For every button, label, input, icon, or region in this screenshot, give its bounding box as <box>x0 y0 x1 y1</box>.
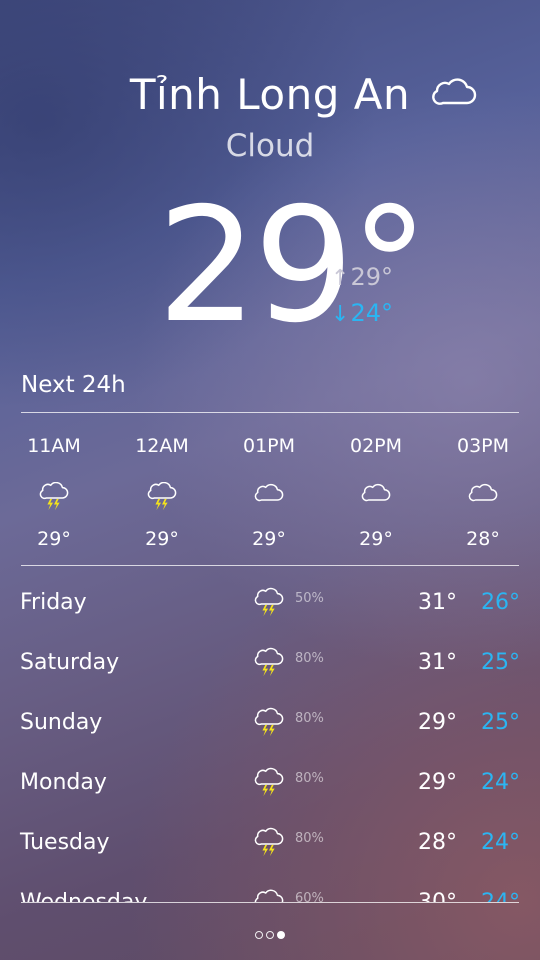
thunderstorm-icon <box>254 587 286 621</box>
rain-chance: 80% <box>295 711 324 726</box>
day-low: 24° <box>481 830 520 855</box>
rain-chance: 50% <box>295 591 324 606</box>
divider <box>21 565 519 566</box>
high-low: ↑29° ↓24° <box>331 260 393 332</box>
page-dot[interactable] <box>277 931 285 939</box>
day-row[interactable]: Monday 80% 29° 24° <box>0 755 540 815</box>
day-row[interactable]: Sunday 80% 29° 25° <box>0 695 540 755</box>
cloud-icon <box>229 482 309 522</box>
day-high: 29° <box>418 710 457 735</box>
hour-time: 01PM <box>242 435 296 457</box>
day-row[interactable]: Friday 50% 31° 26° <box>0 575 540 635</box>
day-high: 28° <box>418 830 457 855</box>
day-row[interactable]: Saturday 80% 31° 25° <box>0 635 540 695</box>
day-low: 25° <box>481 710 520 735</box>
day-low: 24° <box>481 890 520 902</box>
hour-time: 12AM <box>135 435 189 457</box>
thunderstorm-icon <box>14 482 94 522</box>
hour-time: 11AM <box>27 435 81 457</box>
city-header: Tỉnh Long An <box>0 70 540 122</box>
hour-temp: 28° <box>466 528 500 550</box>
day-high: 29° <box>418 770 457 795</box>
hour-time: 03PM <box>456 435 510 457</box>
hour-item: 11AM 29° <box>14 432 94 550</box>
hour-item: 12AM 29° <box>122 432 202 550</box>
page-dot[interactable] <box>266 931 274 939</box>
hour-temp: 29° <box>145 528 179 550</box>
arrow-down-icon: ↓ <box>331 302 350 327</box>
hour-temp: 29° <box>359 528 393 550</box>
next-24h-label: Next 24h <box>21 372 126 398</box>
day-high: 31° <box>418 590 457 615</box>
arrow-up-icon: ↑ <box>331 266 350 291</box>
hour-item: 03PM 28° <box>443 432 523 550</box>
cloud-icon <box>254 887 286 902</box>
divider <box>21 902 519 903</box>
hourly-forecast[interactable]: 11AM 29° 12AM 29° 01PM 29° 02PM 29° 03PM 28° <box>0 432 540 560</box>
hour-temp: 29° <box>37 528 71 550</box>
today-low: ↓24° <box>331 299 393 327</box>
day-name: Wednesday <box>20 890 147 902</box>
day-name: Monday <box>20 770 107 795</box>
hour-item: 01PM 29° <box>229 432 309 550</box>
daily-forecast-list[interactable]: Friday 50% 31° 26° Saturday 80% 31° 25° Sunday 80… <box>0 575 540 902</box>
day-low: 26° <box>481 590 520 615</box>
hour-item: 02PM 29° <box>336 432 416 550</box>
day-name: Tuesday <box>20 830 110 855</box>
day-name: Sunday <box>20 710 103 735</box>
day-name: Saturday <box>20 650 120 675</box>
rain-chance: 80% <box>295 831 324 846</box>
day-name: Friday <box>20 590 87 615</box>
divider <box>21 412 519 413</box>
day-row[interactable]: Tuesday 80% 28° 24° <box>0 815 540 875</box>
thunderstorm-icon <box>254 827 286 861</box>
hour-time: 02PM <box>349 435 403 457</box>
day-low: 25° <box>481 650 520 675</box>
rain-chance: 80% <box>295 651 324 666</box>
page-dot[interactable] <box>255 931 263 939</box>
thunderstorm-icon <box>254 707 286 741</box>
cloud-icon <box>432 78 477 105</box>
rain-chance: 60% <box>295 891 324 902</box>
cloud-icon <box>443 482 523 522</box>
day-high: 31° <box>418 650 457 675</box>
thunderstorm-icon <box>122 482 202 522</box>
hour-temp: 29° <box>252 528 286 550</box>
cloud-icon <box>336 482 416 522</box>
day-high: 30° <box>418 890 457 902</box>
day-low: 24° <box>481 770 520 795</box>
thunderstorm-icon <box>254 647 286 681</box>
weather-condition: Cloud <box>225 128 315 164</box>
today-high: ↑29° <box>331 263 393 291</box>
rain-chance: 80% <box>295 771 324 786</box>
day-row[interactable]: Wednesday 60% 30° 24° <box>0 875 540 902</box>
page-indicator[interactable] <box>0 931 540 939</box>
thunderstorm-icon <box>254 767 286 801</box>
